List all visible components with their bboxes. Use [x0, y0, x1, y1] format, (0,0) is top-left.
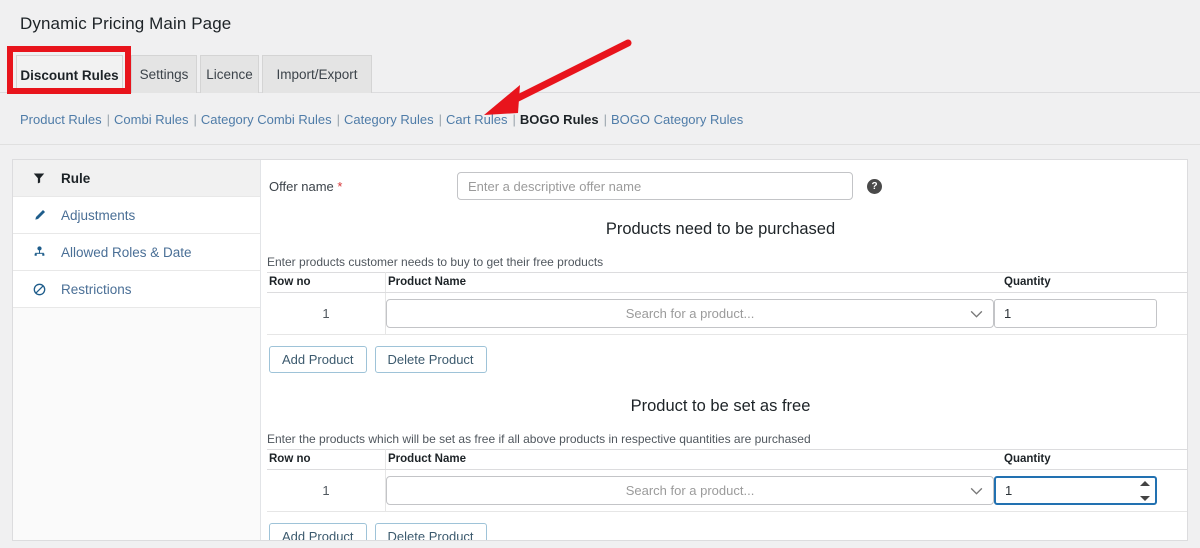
- tab-settings[interactable]: Settings: [131, 55, 197, 93]
- cell-row-no: 1: [267, 293, 386, 335]
- sidebar-item-label: Restrictions: [61, 282, 132, 297]
- sidebar-item-rule[interactable]: Rule: [13, 160, 260, 197]
- section-description-purchase: Enter products customer needs to buy to …: [261, 239, 1188, 272]
- subnav-separator: |: [439, 112, 442, 127]
- table-row: 1 Search for a product...: [267, 293, 1188, 335]
- table-header-row: Row no Product Name Quantity: [267, 273, 1188, 293]
- delete-product-button[interactable]: Delete Product: [375, 346, 487, 373]
- purchase-products-button-row: Add Product Delete Product: [261, 335, 1188, 373]
- sidebar-item-allowed-roles-date[interactable]: Allowed Roles & Date: [13, 234, 260, 271]
- column-header-product-name: Product Name: [386, 450, 995, 470]
- product-search-select[interactable]: Search for a product...: [386, 476, 994, 505]
- stepper-down-icon[interactable]: [1140, 496, 1150, 501]
- column-header-quantity: Quantity: [994, 273, 1188, 293]
- purchase-products-table: Row no Product Name Quantity 1 Search fo…: [267, 272, 1188, 335]
- sidebar-item-label: Allowed Roles & Date: [61, 245, 192, 260]
- subnav-item-bogo-category-rules[interactable]: BOGO Category Rules: [611, 112, 743, 127]
- sidebar-item-restrictions[interactable]: Restrictions: [13, 271, 260, 308]
- quantity-field-wrap: [994, 476, 1157, 505]
- chevron-down-icon: [970, 307, 983, 320]
- section-title-purchase: Products need to be purchased: [261, 220, 1188, 239]
- sidebar-item-label: Rule: [61, 171, 90, 186]
- section-title-free: Product to be set as free: [261, 397, 1188, 416]
- product-search-select[interactable]: Search for a product...: [386, 299, 994, 328]
- pencil-icon: [33, 209, 51, 222]
- cell-quantity: [994, 293, 1188, 335]
- subnav-separator: |: [604, 112, 607, 127]
- users-icon: [33, 246, 51, 259]
- tab-label: Discount Rules: [20, 68, 118, 83]
- table-header-row: Row no Product Name Quantity: [267, 450, 1188, 470]
- cell-quantity: [994, 470, 1188, 512]
- tab-licence[interactable]: Licence: [200, 55, 259, 93]
- subnav: Product Rules | Combi Rules | Category C…: [0, 94, 1200, 145]
- add-product-button[interactable]: Add Product: [269, 523, 367, 541]
- sidebar-item-label: Adjustments: [61, 208, 135, 223]
- tab-label: Licence: [206, 67, 253, 82]
- subnav-separator: |: [107, 112, 110, 127]
- cell-product-name: Search for a product...: [386, 293, 995, 335]
- subnav-separator: |: [337, 112, 340, 127]
- stepper-up-icon[interactable]: [1140, 481, 1150, 486]
- sidebar-filler: [13, 308, 260, 541]
- delete-product-button[interactable]: Delete Product: [375, 523, 487, 541]
- tab-label: Settings: [140, 67, 189, 82]
- quantity-field-wrap: [994, 299, 1157, 328]
- cell-product-name: Search for a product...: [386, 470, 995, 512]
- rule-form: Offer name * ? Products need to be purch…: [261, 160, 1188, 540]
- quantity-stepper[interactable]: [1140, 481, 1150, 501]
- subnav-item-category-rules[interactable]: Category Rules: [344, 112, 434, 127]
- free-products-button-row: Add Product Delete Product: [261, 512, 1188, 541]
- sidebar-item-adjustments[interactable]: Adjustments: [13, 197, 260, 234]
- product-search-placeholder: Search for a product...: [626, 483, 755, 498]
- rule-sidebar: Rule Adjustments Allowed Roles & Date: [13, 160, 261, 540]
- column-header-quantity: Quantity: [994, 450, 1188, 470]
- filter-icon: [33, 172, 51, 184]
- tab-bar: Discount Rules Settings Licence Import/E…: [0, 55, 1200, 93]
- offer-name-label: Offer name *: [269, 179, 457, 194]
- table-row: 1 Search for a product...: [267, 470, 1188, 512]
- page-title: Dynamic Pricing Main Page: [20, 14, 231, 34]
- offer-name-label-text: Offer name: [269, 179, 334, 194]
- column-header-product-name: Product Name: [386, 273, 995, 293]
- help-icon[interactable]: ?: [867, 179, 882, 194]
- tab-label: Import/Export: [276, 67, 357, 82]
- free-products-table: Row no Product Name Quantity 1 Search fo…: [267, 449, 1188, 512]
- ban-icon: [33, 283, 51, 296]
- tab-import-export[interactable]: Import/Export: [262, 55, 372, 93]
- rule-editor-panel: Rule Adjustments Allowed Roles & Date: [12, 159, 1188, 541]
- subnav-item-cart-rules[interactable]: Cart Rules: [446, 112, 507, 127]
- tab-discount-rules[interactable]: Discount Rules: [16, 55, 123, 94]
- quantity-input[interactable]: [994, 476, 1157, 505]
- column-header-row-no: Row no: [267, 450, 386, 470]
- subnav-item-combi-rules[interactable]: Combi Rules: [114, 112, 188, 127]
- subnav-item-product-rules[interactable]: Product Rules: [20, 112, 102, 127]
- section-description-free: Enter the products which will be set as …: [261, 416, 1188, 449]
- offer-name-row: Offer name * ?: [261, 160, 1188, 212]
- cell-row-no: 1: [267, 470, 386, 512]
- chevron-down-icon: [970, 484, 983, 497]
- subnav-separator: |: [512, 112, 515, 127]
- subnav-separator: |: [193, 112, 196, 127]
- quantity-input[interactable]: [994, 299, 1157, 328]
- required-marker: *: [337, 179, 342, 194]
- subnav-item-bogo-rules[interactable]: BOGO Rules: [520, 112, 599, 127]
- add-product-button[interactable]: Add Product: [269, 346, 367, 373]
- subnav-item-category-combi-rules[interactable]: Category Combi Rules: [201, 112, 332, 127]
- product-search-placeholder: Search for a product...: [626, 306, 755, 321]
- offer-name-input[interactable]: [457, 172, 853, 200]
- column-header-row-no: Row no: [267, 273, 386, 293]
